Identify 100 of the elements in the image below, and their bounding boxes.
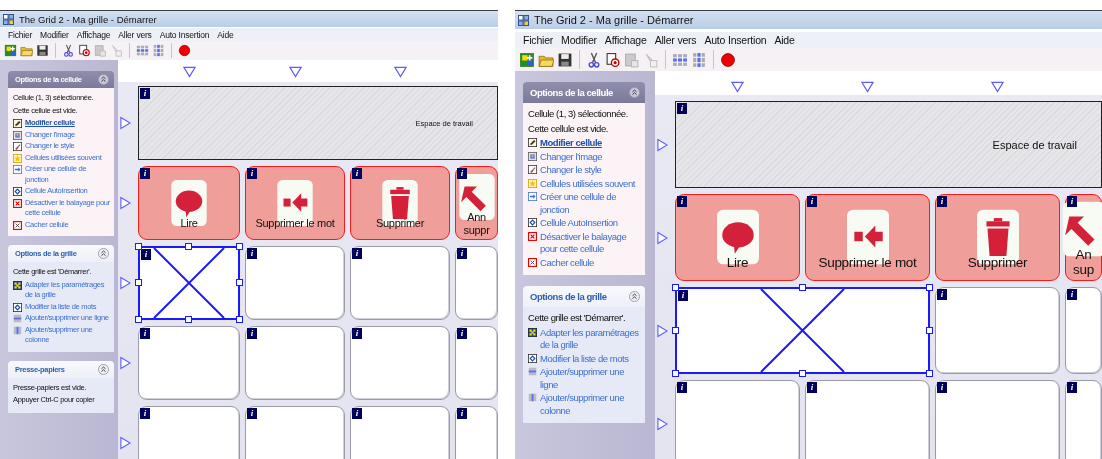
empty-cell[interactable]: i	[350, 406, 450, 459]
info-badge[interactable]: i	[1067, 196, 1077, 207]
resize-handle[interactable]	[798, 284, 806, 291]
action-cell[interactable]: i Supprimer	[350, 166, 450, 240]
action-cell[interactable]: i Supprimer le mot	[805, 194, 930, 281]
collapse-icon[interactable]	[629, 291, 640, 302]
resize-handle[interactable]	[135, 243, 142, 250]
menu-item[interactable]: Aide	[217, 29, 234, 40]
info-badge[interactable]: i	[937, 196, 947, 207]
menu-item[interactable]: Affichage	[76, 29, 111, 40]
info-badge[interactable]: i	[937, 289, 947, 300]
empty-cell[interactable]: i	[245, 326, 345, 400]
sidebar-link[interactable]: Cellules utilisées souvent	[528, 177, 642, 190]
menu-item[interactable]: Auto Insertion	[159, 29, 210, 40]
workspace-cell[interactable]: i Espace de travail	[675, 101, 1102, 188]
row-marker-icon[interactable]	[120, 276, 131, 290]
menu-item[interactable]: Affichage	[604, 34, 647, 46]
menu-item[interactable]: Modifier	[40, 29, 69, 40]
empty-cell[interactable]: i	[455, 406, 498, 459]
empty-cell[interactable]: i	[675, 380, 800, 459]
resize-handle[interactable]	[236, 279, 243, 286]
info-badge[interactable]: i	[140, 328, 150, 339]
collapse-icon[interactable]	[98, 74, 109, 85]
row-marker-icon[interactable]	[657, 230, 668, 245]
empty-cell[interactable]: i	[455, 246, 498, 320]
empty-cell[interactable]: i	[245, 406, 345, 459]
menu-item[interactable]: Fichier	[8, 29, 33, 40]
row-marker-icon[interactable]	[120, 196, 131, 210]
resize-handle[interactable]	[926, 326, 933, 334]
sidebar-link[interactable]: Changer l'image	[528, 150, 642, 163]
info-badge[interactable]: i	[247, 408, 257, 419]
info-badge[interactable]: i	[457, 248, 467, 259]
record-icon[interactable]	[720, 51, 736, 68]
info-badge[interactable]: i	[352, 408, 362, 419]
empty-cell[interactable]: i	[805, 380, 930, 459]
empty-cell[interactable]: i	[935, 380, 1060, 459]
action-cell[interactable]: i Supprimer	[935, 194, 1060, 281]
new-file-icon[interactable]	[4, 44, 17, 57]
resize-handle[interactable]	[135, 316, 142, 323]
info-badge[interactable]: i	[1067, 382, 1077, 393]
empty-cell[interactable]: i	[1065, 380, 1102, 459]
menu-item[interactable]: Fichier	[523, 34, 554, 46]
sidebar-link[interactable]: Modifier la liste de mots	[528, 352, 642, 365]
collapse-icon[interactable]	[98, 363, 109, 375]
info-badge[interactable]: i	[677, 196, 687, 207]
row-marker-icon[interactable]	[657, 416, 668, 431]
info-badge[interactable]: i	[247, 248, 257, 259]
grid-icon[interactable]	[152, 44, 165, 57]
info-badge[interactable]: i	[247, 328, 257, 339]
row-marker-icon[interactable]	[657, 137, 668, 152]
info-badge[interactable]: i	[352, 328, 362, 339]
scissors-icon[interactable]	[62, 44, 75, 57]
resize-handle[interactable]	[185, 316, 192, 323]
resize-handle[interactable]	[672, 326, 679, 334]
collapse-icon[interactable]	[629, 87, 640, 98]
column-marker-icon[interactable]	[991, 81, 1004, 93]
empty-cell[interactable]: i	[935, 287, 1060, 374]
info-badge[interactable]: i	[140, 408, 150, 419]
resize-handle[interactable]	[185, 243, 192, 250]
panel-header[interactable]: Options de la cellule	[523, 82, 645, 103]
resize-handle[interactable]	[798, 370, 806, 377]
empty-cell[interactable]: i	[138, 326, 240, 400]
resize-handle[interactable]	[236, 243, 243, 250]
info-badge[interactable]: i	[677, 103, 687, 114]
action-cell[interactable]: i Lire	[138, 166, 240, 240]
info-badge[interactable]: i	[352, 168, 362, 179]
grid-icon[interactable]	[136, 44, 149, 57]
column-marker-icon[interactable]	[731, 81, 744, 93]
scissors-icon[interactable]	[586, 51, 602, 68]
empty-cell[interactable]: i	[350, 246, 450, 320]
row-marker-icon[interactable]	[657, 323, 668, 338]
column-marker-icon[interactable]	[288, 66, 302, 78]
new-file-icon[interactable]	[519, 51, 535, 68]
sidebar-link[interactable]: Cacher cellule	[528, 256, 642, 269]
menu-item[interactable]: Auto Insertion	[704, 34, 767, 46]
column-marker-icon[interactable]	[393, 66, 407, 78]
sidebar-link[interactable]: Cellule AutoInsertion	[528, 217, 642, 230]
empty-cell[interactable]: i	[350, 326, 450, 400]
resize-handle[interactable]	[135, 279, 142, 286]
sidebar-link[interactable]: Adapter les paramétrages de la grille	[528, 326, 642, 352]
empty-cell[interactable]: i	[1065, 287, 1102, 374]
copy-icon[interactable]	[605, 51, 621, 68]
info-badge[interactable]: i	[677, 382, 687, 393]
action-cell[interactable]: i An sup	[1065, 194, 1102, 281]
column-marker-icon[interactable]	[861, 81, 874, 93]
copy-icon[interactable]	[78, 44, 91, 57]
resize-handle[interactable]	[236, 316, 243, 323]
grid-icon[interactable]	[672, 51, 688, 68]
menu-item[interactable]: Modifier	[561, 34, 597, 46]
resize-handle[interactable]	[672, 284, 679, 291]
empty-cell[interactable]: i	[245, 246, 345, 320]
grid-icon[interactable]	[691, 51, 707, 68]
info-badge[interactable]: i	[247, 168, 257, 179]
panel-header[interactable]: Options de la grille	[523, 286, 645, 307]
action-cell[interactable]: i Lire	[675, 194, 800, 281]
info-badge[interactable]: i	[1067, 289, 1077, 300]
info-badge[interactable]: i	[352, 248, 362, 259]
menu-item[interactable]: Aide	[774, 34, 795, 46]
collapse-icon[interactable]	[98, 248, 109, 259]
sidebar-link[interactable]: Désactiver le balayage pour cette cellule	[528, 230, 642, 256]
